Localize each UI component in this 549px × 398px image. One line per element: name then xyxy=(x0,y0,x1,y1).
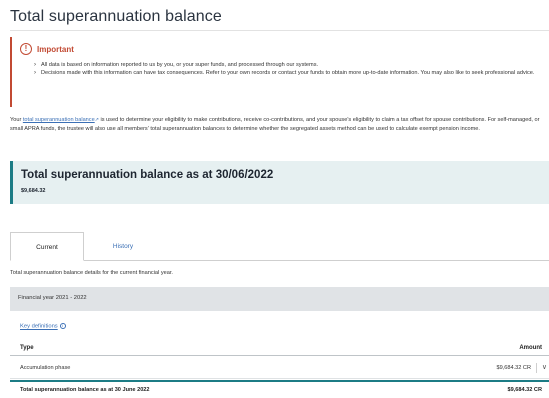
important-alert: ! Important All data is based on informa… xyxy=(10,37,549,107)
chevron-down-icon[interactable]: ∨ xyxy=(542,363,547,372)
table-header: Type Amount xyxy=(10,341,549,356)
column-header-type: Type xyxy=(20,345,34,351)
alert-item: All data is based on information reporte… xyxy=(34,61,546,69)
tabs-divider xyxy=(84,260,549,261)
exclamation-circle-icon: ! xyxy=(20,43,32,55)
title-divider xyxy=(10,30,549,31)
row-divider xyxy=(536,363,537,373)
tab-current[interactable]: Current xyxy=(10,232,84,261)
tab-history[interactable]: History xyxy=(84,232,162,261)
row-amount: $9,684.32 CR xyxy=(496,365,531,371)
table-row: Accumulation phase $9,684.32 CR ∨ xyxy=(10,358,549,379)
column-header-amount: Amount xyxy=(519,345,542,351)
alert-title: Important xyxy=(37,44,74,54)
financial-year-label: Financial year 2021 - 2022 xyxy=(18,295,87,301)
total-label: Total superannuation balance as at 30 Ju… xyxy=(20,387,150,393)
intro-prefix: Your xyxy=(10,117,23,123)
key-definitions-label: Key definitions xyxy=(20,323,58,330)
alert-header: ! Important xyxy=(20,43,74,55)
alert-list: All data is based on information reporte… xyxy=(34,61,546,77)
key-definitions-link[interactable]: Key definitions i xyxy=(20,323,66,330)
alert-item: Decisions made with this information can… xyxy=(34,69,546,77)
info-icon: i xyxy=(59,323,66,329)
balance-heading: Total superannuation balance as at 30/06… xyxy=(21,169,274,181)
tab-bar: Current History xyxy=(10,232,549,261)
total-super-balance-link[interactable]: total superannuation balance xyxy=(23,117,95,123)
total-amount: $9,684.32 CR xyxy=(507,387,542,393)
financial-year-header: Financial year 2021 - 2022 xyxy=(10,287,549,311)
balance-summary: Total superannuation balance as at 30/06… xyxy=(10,161,549,204)
balance-value: $9,684.32 xyxy=(21,188,46,194)
row-type: Accumulation phase xyxy=(20,365,71,371)
tab-description: Total superannuation balance details for… xyxy=(10,270,173,276)
page-title: Total superannuation balance xyxy=(10,8,222,25)
total-row: Total superannuation balance as at 30 Ju… xyxy=(10,382,549,398)
intro-paragraph: Your total superannuation balance↗ is us… xyxy=(10,116,549,133)
